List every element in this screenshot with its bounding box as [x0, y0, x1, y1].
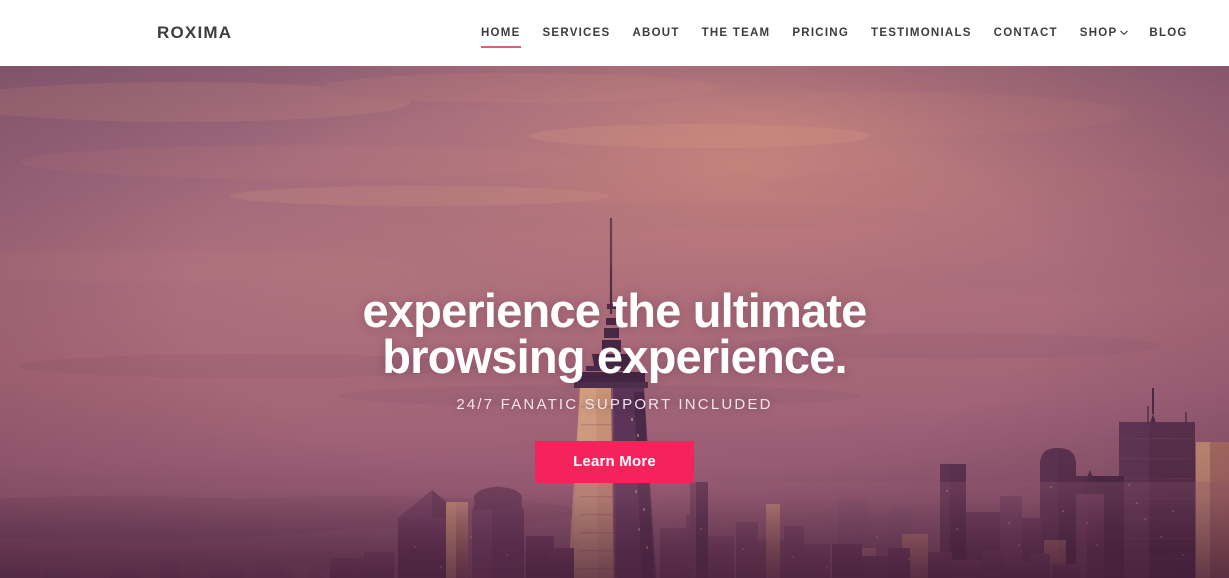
chevron-down-icon	[1120, 29, 1129, 36]
learn-more-button[interactable]: Learn More	[535, 441, 694, 483]
nav-item-services[interactable]: SERVICES	[532, 26, 622, 40]
nav-item-blog[interactable]: BLOG	[1138, 26, 1198, 40]
nav-item-contact[interactable]: CONTACT	[983, 26, 1069, 40]
nav-item-the-team[interactable]: THE TEAM	[691, 26, 782, 40]
nav-item-about[interactable]: ABOUT	[621, 26, 690, 40]
site-header: ROXIMA HOME SERVICES ABOUT THE TEAM PRIC…	[0, 0, 1229, 66]
nav-item-shop[interactable]: SHOP	[1069, 26, 1139, 40]
nav-item-label: PRICING	[792, 27, 850, 39]
nav-item-label: CONTACT	[993, 27, 1058, 39]
nav-item-label: TESTIMONIALS	[871, 27, 972, 39]
nav-item-label: HOME	[481, 27, 521, 39]
brand-logo[interactable]: ROXIMA	[157, 23, 232, 43]
main-navigation: HOME SERVICES ABOUT THE TEAM PRICING TES…	[481, 26, 1199, 48]
nav-item-label: SHOP	[1079, 27, 1118, 39]
nav-item-testimonials[interactable]: TESTIMONIALS	[860, 26, 983, 40]
nav-item-label: THE TEAM	[701, 27, 771, 39]
nav-item-home[interactable]: HOME	[481, 26, 532, 48]
nav-item-pricing[interactable]: PRICING	[781, 26, 860, 40]
nav-item-label: SERVICES	[542, 27, 611, 39]
hero-background-image	[0, 66, 1229, 578]
hero-section: experience the ultimate browsing experie…	[0, 66, 1229, 578]
nav-item-label: ABOUT	[632, 27, 680, 39]
nav-item-label: BLOG	[1149, 27, 1188, 39]
hero-cta-wrapper: Learn More	[535, 441, 694, 483]
